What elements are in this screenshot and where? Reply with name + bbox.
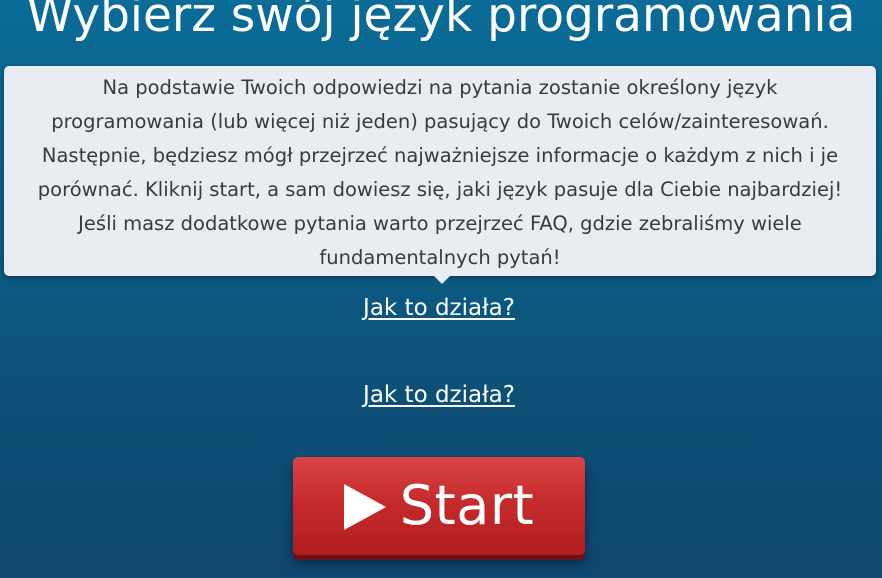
tooltip-line: fundamentalnych pytań! — [319, 246, 561, 269]
how-it-works-link-secondary[interactable]: Jak to działa? — [0, 380, 878, 410]
page-title: Wybierz swój język programowania — [26, 0, 856, 43]
play-icon — [343, 484, 386, 530]
tooltip-line: porównać. Kliknij start, a sam dowiesz s… — [37, 178, 843, 201]
tooltip-line: Na podstawie Twoich odpowiedzi na pytani… — [102, 76, 778, 99]
start-button[interactable]: Start — [293, 457, 585, 555]
how-it-works-link[interactable]: Jak to działa? — [0, 293, 878, 323]
tooltip-line: Jeśli masz dodatkowe pytania warto przej… — [78, 212, 802, 235]
start-button-label: Start — [399, 474, 535, 537]
tooltip-line: programowania (lub więcej niż jeden) pas… — [51, 110, 829, 133]
info-tooltip: Na podstawie Twoich odpowiedzi na pytani… — [4, 66, 876, 284]
tooltip-line: Następnie, będziesz mógł przejrzeć najwa… — [41, 144, 839, 167]
